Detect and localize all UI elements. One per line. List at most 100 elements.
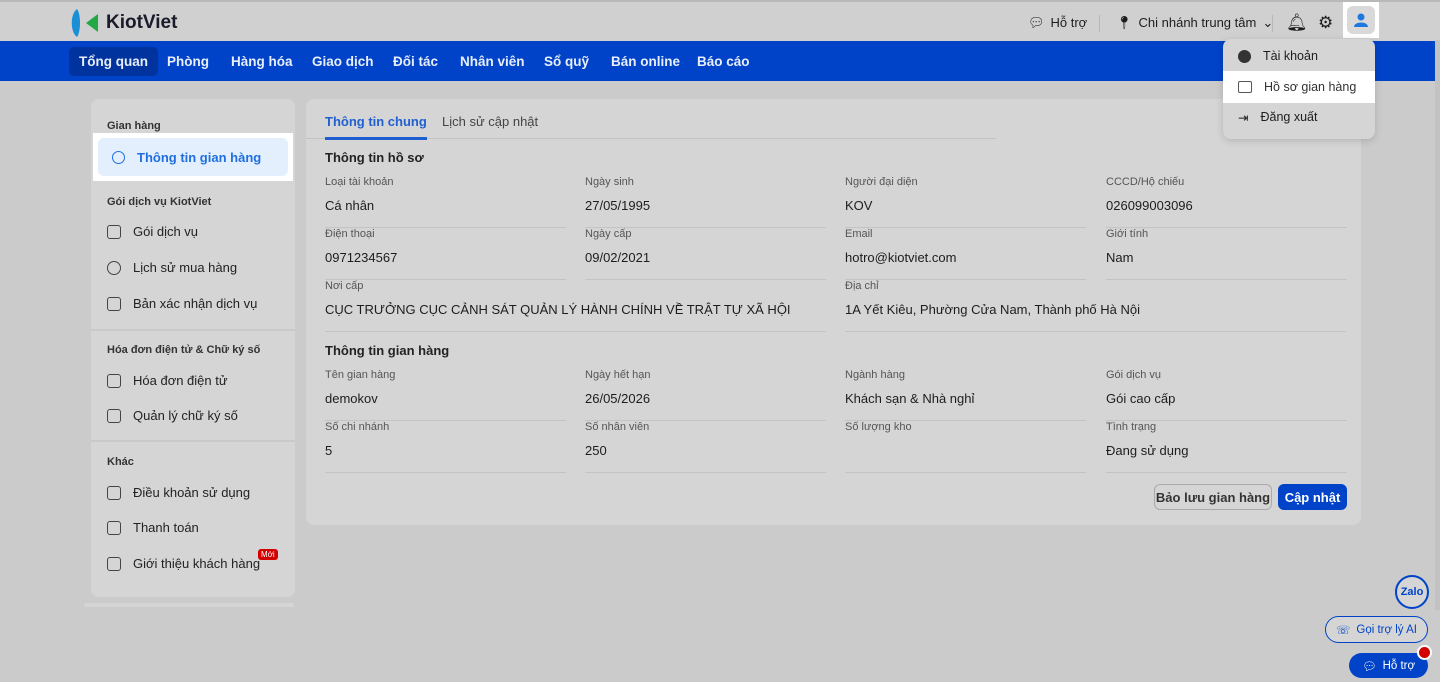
store-icon — [1238, 81, 1252, 93]
field-label: Tình trạng — [1106, 421, 1157, 433]
label: Hóa đơn điện tử — [133, 373, 228, 388]
gear-icon[interactable]: ⚙ — [1318, 2, 1333, 43]
branch-selector[interactable]: 📍︎ Chi nhánh trung tâm ⌄ — [1116, 2, 1273, 43]
sidebar-item-referral[interactable]: Giới thiệu khách hàng — [107, 556, 260, 571]
label: Lịch sử mua hàng — [133, 260, 238, 275]
sidebar-item-payment[interactable]: Thanh toán — [107, 520, 199, 535]
tab-update-history[interactable]: Lịch sử cập nhật — [442, 114, 538, 129]
chat-icon: 💬︎ — [1361, 660, 1377, 673]
tab-general-info[interactable]: Thông tin chung — [325, 114, 427, 140]
menu-item-account[interactable]: Tài khoản — [1223, 40, 1375, 72]
field-value: demokov — [325, 391, 378, 406]
form-field: Nơi cấp CỤC TRƯỞNG CỤC CẢNH SÁT QUẢN LÝ H… — [325, 280, 826, 332]
form-field: Địa chỉ 1A Yết Kiêu, Phường Cửa Nam, Thàn… — [845, 280, 1346, 332]
nav-partners[interactable]: Đối tác — [383, 47, 448, 76]
nav-overview[interactable]: Tổng quan — [69, 47, 158, 76]
update-button[interactable]: Cập nhật — [1278, 484, 1347, 510]
sidebar-item-service-confirmation[interactable]: Bản xác nhận dịch vụ — [107, 296, 257, 311]
sidebar-scrollbar[interactable] — [84, 603, 294, 607]
form-field: Người đại diện KOV — [845, 176, 1086, 228]
field-value: 250 — [585, 443, 607, 458]
field-label: Loại tài khoản — [325, 176, 394, 188]
wallet-icon — [107, 520, 121, 535]
bell-icon[interactable]: 🔔︎ — [1286, 2, 1308, 43]
label: Điều khoản sử dụng — [133, 485, 251, 500]
divider — [91, 329, 295, 331]
user-dropdown-menu: Tài khoản Hồ sơ gian hàng ⇥ Đăng xuất — [1223, 39, 1375, 139]
page-scrollbar[interactable] — [1435, 40, 1440, 610]
field-label: Người đại diện — [845, 176, 918, 188]
label: Hỗ trợ — [1382, 659, 1416, 672]
field-value: 27/05/1995 — [585, 198, 651, 213]
label: Tài khoản — [1263, 49, 1318, 63]
field-label: Nơi cấp — [325, 280, 364, 292]
form-field: Gói dịch vụ Gói cao cấp — [1106, 369, 1347, 421]
nav-rooms[interactable]: Phòng — [157, 47, 219, 76]
sidebar-item-service-package[interactable]: Gói dịch vụ — [107, 224, 198, 239]
support-link[interactable]: 💬︎ Hỗ trợ — [1028, 2, 1087, 43]
nav-cashbook[interactable]: Sổ quỹ — [534, 47, 599, 76]
menu-item-logout[interactable]: ⇥ Đăng xuất — [1223, 101, 1375, 133]
sidebar-item-einvoice[interactable]: Hóa đơn điện tử — [107, 373, 228, 388]
main-panel: Thông tin chung Lịch sử cập nhật Thông t… — [306, 99, 1361, 525]
sidebar-group-other: Khác — [107, 456, 134, 468]
nav-online-sales[interactable]: Bán online — [601, 47, 690, 76]
field-label: Giới tính — [1106, 228, 1149, 240]
sidebar-item-terms[interactable]: Điều khoản sử dụng — [107, 485, 250, 500]
field-label: Ngày cấp — [585, 228, 632, 240]
label: Thông tin gian hàng — [137, 149, 262, 165]
logo[interactable]: KiotViet — [68, 8, 177, 38]
kiotviet-logo-icon — [71, 9, 98, 37]
terms-icon — [107, 485, 121, 500]
sidebar-item-purchase-history[interactable]: Lịch sử mua hàng — [107, 260, 237, 275]
menu-item-store-profile[interactable]: Hồ sơ gian hàng — [1223, 71, 1375, 103]
field-label: Số lượng kho — [845, 421, 912, 433]
field-value: 026099003096 — [1106, 198, 1193, 213]
nav-transactions[interactable]: Giao dịch — [302, 47, 384, 76]
field-label: Tên gian hàng — [325, 369, 396, 381]
new-badge: Mới — [258, 549, 278, 560]
sidebar-item-store-info[interactable]: Thông tin gian hàng — [93, 133, 293, 181]
form-field: Giới tính Nam — [1106, 228, 1347, 280]
sidebar-group-store: Gian hàng — [107, 120, 161, 132]
field-value: KOV — [845, 198, 873, 213]
notification-dot — [1417, 645, 1432, 660]
chat-icon: 💬︎ — [1028, 14, 1045, 30]
field-value: 0971234567 — [325, 250, 398, 265]
form-field: Ngành hàng Khách sạn & Nhà nghỉ — [845, 369, 1086, 421]
zalo-button[interactable]: Zalo — [1395, 575, 1429, 609]
user-avatar-button[interactable] — [1343, 2, 1379, 38]
ai-assistant-button[interactable]: ☏ Gọi trợ lý AI — [1325, 616, 1428, 643]
support-label: Hỗ trợ — [1050, 15, 1088, 30]
history-icon — [107, 260, 121, 275]
field-value: hotro@kiotviet.com — [845, 250, 957, 265]
invoice-icon — [107, 373, 121, 388]
nav-products[interactable]: Hàng hóa — [221, 47, 303, 76]
field-value: CỤC TRƯỞNG CỤC CẢNH SÁT QUẢN LÝ HÀNH CHÍ… — [325, 302, 791, 317]
branch-label: Chi nhánh trung tâm — [1138, 15, 1257, 30]
form-field: Ngày sinh 27/05/1995 — [585, 176, 826, 228]
form-field: CCCD/Hộ chiếu 026099003096 — [1106, 176, 1347, 228]
sidebar-group-services: Gói dịch vụ KiotViet — [107, 196, 212, 208]
label: Quản lý chữ ký số — [133, 408, 238, 423]
field-value: Gói cao cấp — [1106, 391, 1176, 406]
nav-reports[interactable]: Báo cáo — [687, 47, 760, 76]
store-icon — [107, 224, 121, 239]
tab-bar: Thông tin chung Lịch sử cập nhật — [306, 99, 996, 140]
location-pin-icon: 📍︎ — [1116, 14, 1133, 30]
label: Hồ sơ gian hàng — [1264, 80, 1357, 94]
label: Thanh toán — [133, 520, 199, 535]
sidebar-item-digital-signature[interactable]: Quản lý chữ ký số — [107, 408, 238, 423]
field-label: Ngành hàng — [845, 369, 905, 381]
support-chat-button[interactable]: 💬︎ Hỗ trợ — [1349, 653, 1428, 678]
backup-store-button[interactable]: Bảo lưu gian hàng — [1154, 484, 1272, 510]
field-label: Điện thoại — [325, 228, 375, 240]
nav-staff[interactable]: Nhân viên — [450, 47, 535, 76]
label: Đăng xuất — [1260, 110, 1318, 124]
form-field: Tên gian hàng demokov — [325, 369, 566, 421]
user-circle-icon — [112, 150, 125, 164]
label: Gói dịch vụ — [133, 224, 199, 239]
form-field: Số nhân viên 250 — [585, 421, 826, 473]
divider — [1099, 15, 1100, 32]
field-label: Ngày hết hạn — [585, 369, 651, 381]
